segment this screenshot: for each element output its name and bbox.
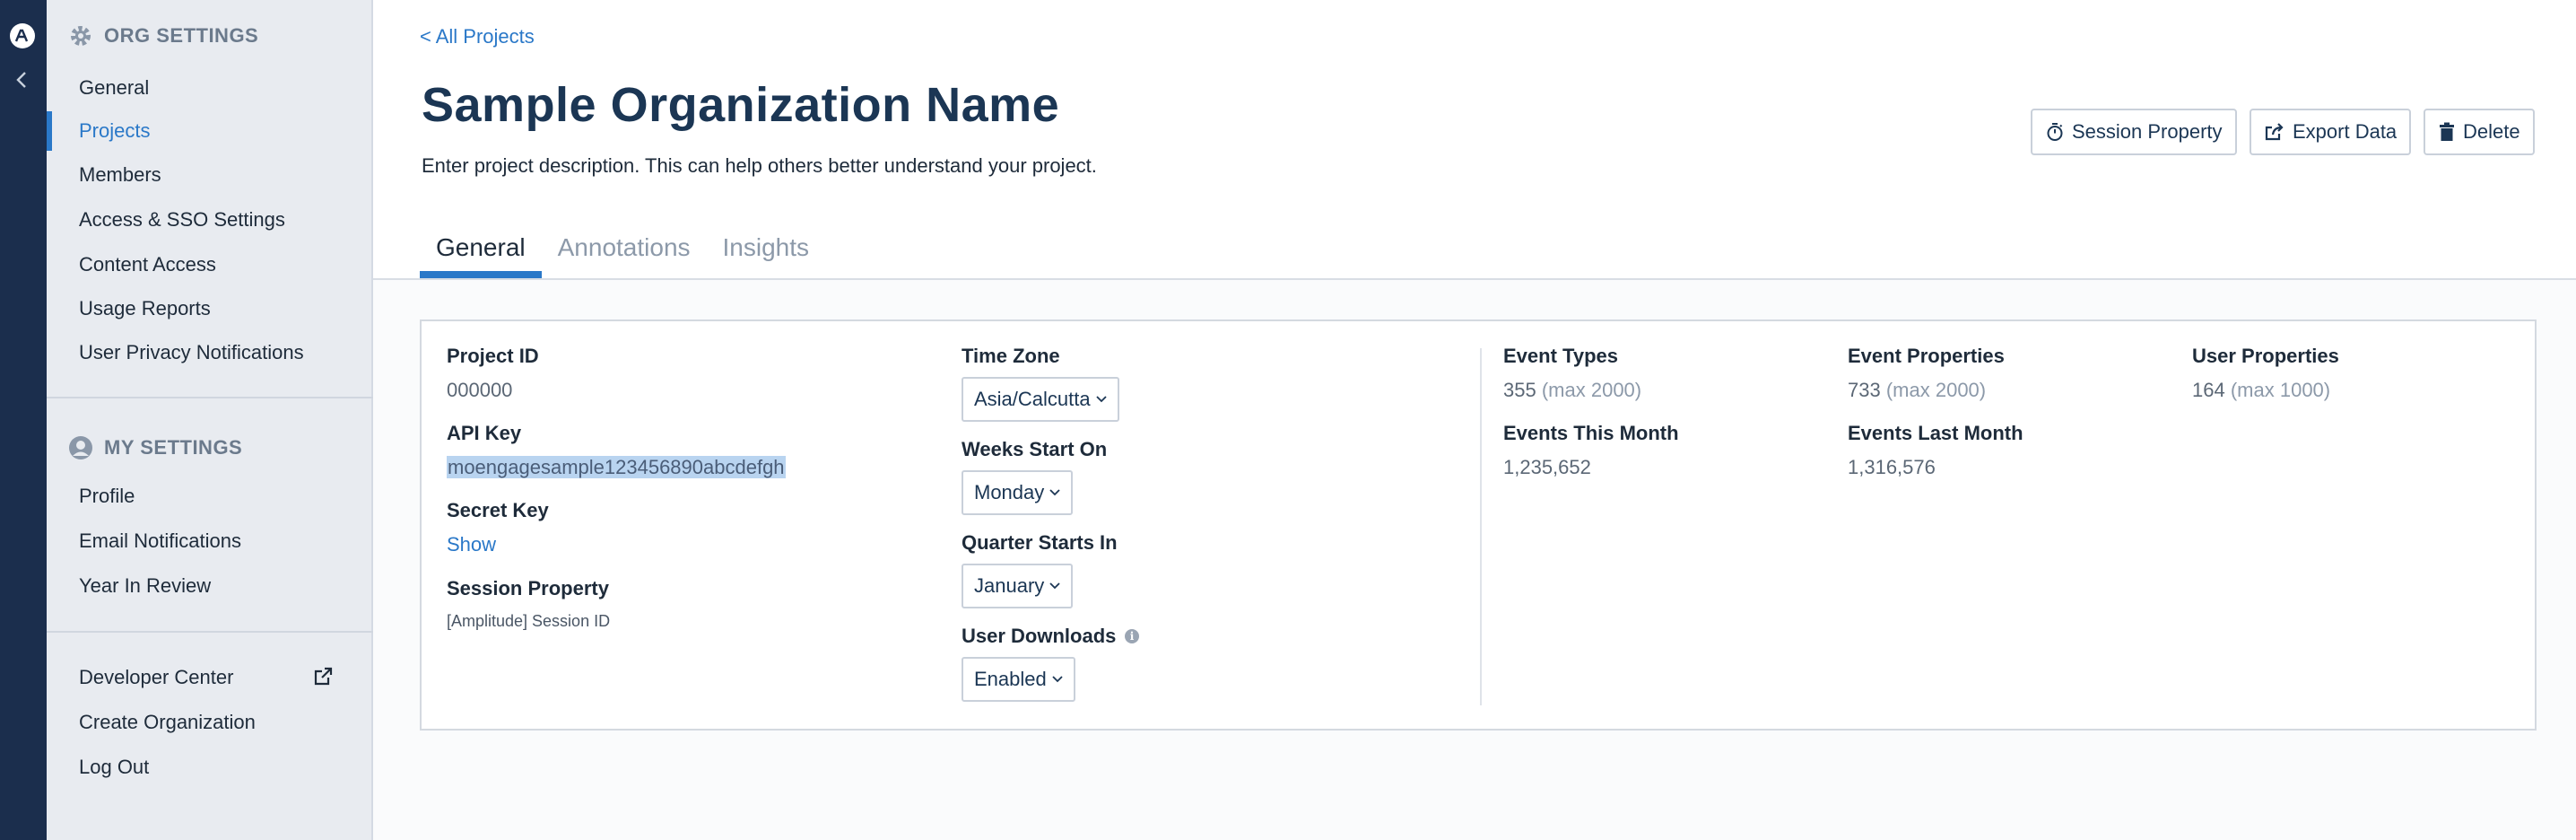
show-secret-key-link[interactable]: Show bbox=[447, 533, 496, 556]
my-settings-header: MY SETTINGS bbox=[68, 435, 242, 460]
sidebar-item-developer-center[interactable]: Developer Center bbox=[79, 662, 366, 693]
page-title: Sample Organization Name bbox=[422, 78, 1060, 132]
quarter-starts-label: Quarter Starts In bbox=[962, 531, 1118, 554]
secret-key-label: Secret Key bbox=[447, 499, 549, 521]
sidebar-item-create-organization[interactable]: Create Organization bbox=[79, 707, 366, 738]
project-tabs: General Annotations Insights bbox=[420, 232, 825, 278]
sidebar-item-year-in-review[interactable]: Year In Review bbox=[79, 571, 366, 601]
settings-sidebar: ORG SETTINGS General Projects Members Ac… bbox=[47, 0, 373, 840]
event-properties-value: 733 (max 2000) bbox=[1848, 379, 1987, 401]
chevron-down-icon bbox=[1049, 582, 1060, 590]
event-types-value: 355 (max 2000) bbox=[1503, 379, 1642, 401]
session-property-label: Session Property bbox=[447, 577, 609, 599]
sidebar-item-content-access[interactable]: Content Access bbox=[79, 249, 366, 280]
sidebar-item-projects[interactable]: Projects bbox=[79, 116, 366, 146]
sidebar-item-email-notifications[interactable]: Email Notifications bbox=[79, 526, 366, 556]
events-this-month-value: 1,235,652 bbox=[1503, 456, 1591, 478]
tab-annotations[interactable]: Annotations bbox=[542, 232, 707, 278]
project-header: < All Projects Sample Organization Name … bbox=[373, 0, 2576, 280]
events-last-month-value: 1,316,576 bbox=[1848, 456, 1936, 478]
export-data-button[interactable]: Export Data bbox=[2250, 109, 2412, 155]
project-details-card: Project ID 000000 API Key moengagesample… bbox=[420, 319, 2537, 731]
project-id-label: Project ID bbox=[447, 345, 539, 367]
main-content: < All Projects Sample Organization Name … bbox=[373, 0, 2576, 840]
sidebar-item-access-sso[interactable]: Access & SSO Settings bbox=[79, 205, 366, 235]
export-icon bbox=[2265, 123, 2284, 141]
session-property-button[interactable]: Session Property bbox=[2031, 109, 2237, 155]
sidebar-item-usage-reports[interactable]: Usage Reports bbox=[79, 293, 366, 324]
project-id-value: 000000 bbox=[447, 379, 513, 401]
trash-icon bbox=[2440, 122, 2454, 141]
sidebar-divider bbox=[47, 397, 373, 398]
events-this-month-label: Events This Month bbox=[1503, 422, 1679, 444]
user-properties-value: 164 (max 1000) bbox=[2192, 379, 2331, 401]
sidebar-item-members[interactable]: Members bbox=[79, 160, 366, 190]
user-avatar-icon bbox=[69, 436, 92, 459]
tab-insights[interactable]: Insights bbox=[707, 232, 826, 278]
gear-icon bbox=[71, 26, 91, 46]
active-indicator bbox=[47, 111, 52, 151]
chevron-down-icon bbox=[1095, 396, 1107, 403]
tab-general[interactable]: General bbox=[420, 232, 542, 278]
session-property-value: [Amplitude] Session ID bbox=[447, 612, 611, 630]
events-last-month-label: Events Last Month bbox=[1848, 422, 2023, 444]
org-settings-header: ORG SETTINGS bbox=[68, 23, 258, 48]
sidebar-item-profile[interactable]: Profile bbox=[79, 481, 366, 512]
collapse-sidebar-icon[interactable] bbox=[13, 70, 32, 94]
user-downloads-label: User Downloads bbox=[962, 625, 1117, 647]
amplitude-logo-icon[interactable] bbox=[10, 23, 35, 48]
api-key-value[interactable]: moengagesample123456890abcdefgh bbox=[447, 456, 786, 479]
column-divider bbox=[1480, 348, 1482, 705]
event-types-label: Event Types bbox=[1503, 345, 1618, 367]
project-description[interactable]: Enter project description. This can help… bbox=[422, 154, 1097, 178]
time-zone-label: Time Zone bbox=[962, 345, 1060, 367]
quarter-starts-select[interactable]: January bbox=[962, 564, 1074, 608]
sidebar-item-user-privacy[interactable]: User Privacy Notifications bbox=[79, 337, 366, 368]
chevron-down-icon bbox=[1052, 676, 1063, 683]
delete-button[interactable]: Delete bbox=[2424, 109, 2535, 155]
info-icon[interactable]: i bbox=[1125, 629, 1139, 643]
user-properties-label: User Properties bbox=[2192, 345, 2339, 367]
sidebar-item-log-out[interactable]: Log Out bbox=[79, 752, 366, 783]
sidebar-item-general[interactable]: General bbox=[79, 73, 366, 103]
weeks-start-select[interactable]: Monday bbox=[962, 470, 1074, 515]
time-zone-select[interactable]: Asia/Calcutta bbox=[962, 377, 1119, 422]
event-properties-label: Event Properties bbox=[1848, 345, 2005, 367]
app-rail bbox=[0, 0, 47, 840]
user-downloads-select[interactable]: Enabled bbox=[962, 657, 1075, 702]
weeks-start-label: Weeks Start On bbox=[962, 438, 1108, 460]
stopwatch-icon bbox=[2047, 123, 2063, 141]
api-key-label: API Key bbox=[447, 422, 522, 444]
external-link-icon bbox=[314, 667, 333, 686]
all-projects-link[interactable]: < All Projects bbox=[420, 25, 535, 48]
sidebar-divider bbox=[47, 631, 373, 633]
chevron-down-icon bbox=[1049, 489, 1060, 496]
